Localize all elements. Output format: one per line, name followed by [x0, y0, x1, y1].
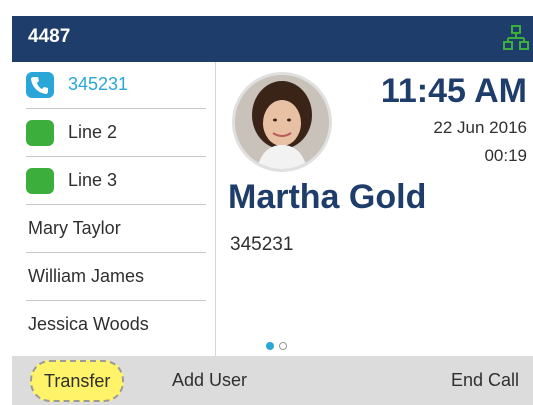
line-key-label: 345231 — [68, 74, 129, 94]
contact-label: William James — [28, 266, 145, 286]
line-key-line-2[interactable]: Line 2 — [26, 110, 206, 157]
status-bar: 4487 — [12, 16, 533, 62]
phone-icon — [26, 72, 54, 98]
transfer-softkey[interactable]: Transfer — [30, 360, 125, 402]
active-call-panel: 11:45 AM 22 Jun 2016 00:19 Martha Gold 3… — [216, 62, 533, 356]
line-key-sidebar: 345231 Line 2 Line 3 Mary Taylor William… — [12, 62, 216, 356]
network-icon — [503, 24, 529, 52]
page-dot-inactive — [279, 342, 287, 350]
caller-name: Martha Gold — [228, 178, 427, 216]
contact-label: Jessica Woods — [28, 314, 149, 334]
extension-number: 4487 — [28, 26, 71, 47]
line-key-label: Line 2 — [68, 122, 118, 142]
call-date: 22 Jun 2016 — [433, 118, 527, 137]
call-time: 11:45 AM — [380, 72, 527, 110]
caller-avatar — [232, 72, 332, 172]
line-key-icon — [26, 120, 54, 146]
caller-number: 345231 — [230, 234, 294, 255]
add-user-softkey[interactable]: Add User — [172, 370, 247, 391]
softkey-bar: Transfer Add User End Call — [12, 356, 533, 405]
contact-key-mary-taylor[interactable]: Mary Taylor — [26, 206, 206, 253]
contact-key-william-james[interactable]: William James — [26, 254, 206, 301]
line-key-345231[interactable]: 345231 — [26, 62, 206, 109]
contact-key-jessica-woods[interactable]: Jessica Woods — [26, 302, 206, 348]
end-call-softkey[interactable]: End Call — [451, 370, 519, 391]
line-key-line-3[interactable]: Line 3 — [26, 158, 206, 205]
line-key-icon — [26, 168, 54, 194]
contact-label: Mary Taylor — [28, 218, 121, 238]
page-dot-active — [266, 342, 274, 350]
call-duration: 00:19 — [484, 146, 527, 165]
phone-screen: 4487 345231 Line 2 Line 3 Mary Taylor Wi… — [0, 0, 533, 405]
page-indicator — [266, 342, 296, 352]
line-key-label: Line 3 — [68, 170, 118, 190]
